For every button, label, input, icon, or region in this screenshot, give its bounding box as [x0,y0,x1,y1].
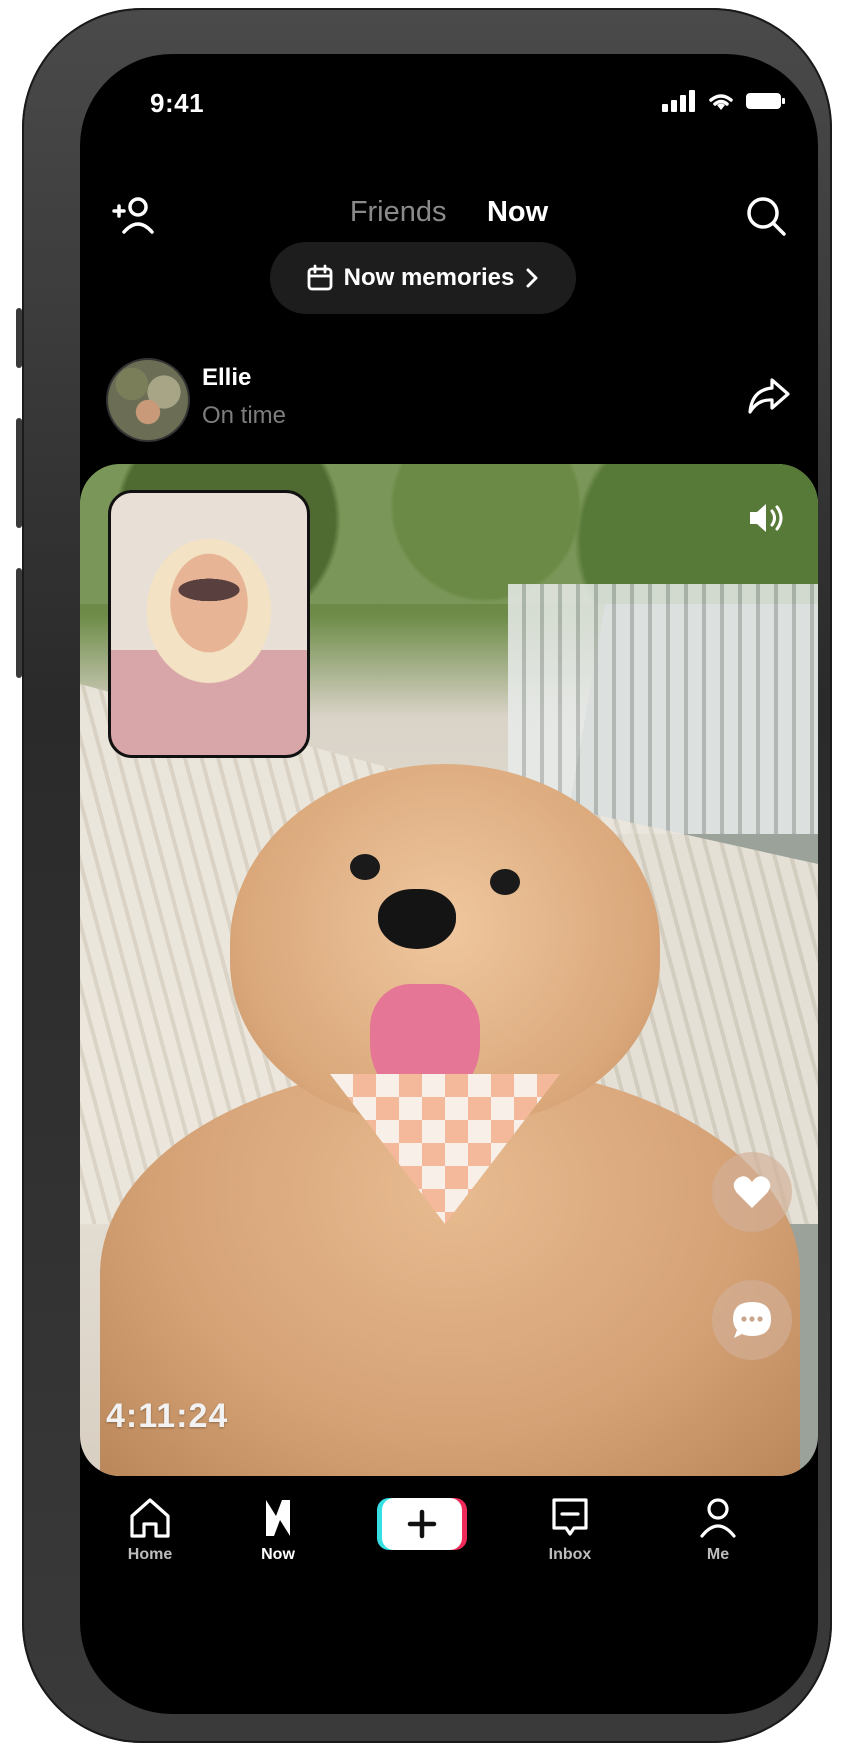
nav-now[interactable]: Now [223,1494,333,1564]
dog-eye-left [350,854,380,880]
mute-switch [16,308,22,368]
profile-icon [700,1498,736,1538]
calendar-icon [307,264,333,291]
nav-now-label: Now [261,1546,295,1563]
share-icon[interactable] [746,372,792,418]
nav-me[interactable]: Me [663,1494,773,1564]
phone-frame: 9:41 Friends Now Now memories Ellie On t… [16,8,832,1743]
phone-screen: 9:41 Friends Now Now memories Ellie On t… [80,54,818,1714]
nav-inbox-label: Inbox [548,1546,592,1563]
post-timestamp: 4:11:24 [106,1397,229,1435]
now-memories-label: Now memories [343,264,515,291]
post-photo[interactable]: 4:11:24 [80,464,818,1476]
wifi-icon [709,94,733,110]
search-icon[interactable] [744,194,788,238]
inbox-icon [552,1498,588,1536]
status-icons [662,90,786,112]
dog-eye-right [490,869,520,895]
signal-icon [662,90,695,112]
nav-me-label: Me [706,1546,730,1563]
home-icon [130,1498,170,1538]
nav-inbox[interactable]: Inbox [515,1494,625,1564]
post-status: On time [202,402,287,429]
post-user-name[interactable]: Ellie [202,364,251,392]
volume-down-button [16,568,22,678]
status-time: 9:41 [150,88,205,118]
create-button[interactable] [382,1498,462,1550]
post-header: Ellie On time [80,354,818,442]
now-bolt-icon [266,1500,290,1536]
speaker-icon[interactable] [744,496,788,540]
nav-home[interactable]: Home [95,1494,205,1564]
volume-up-button [16,418,22,528]
selfie-thumbnail[interactable] [108,490,310,758]
heart-icon [733,1176,771,1208]
plus-icon [407,1509,437,1539]
tab-now[interactable]: Now [487,196,548,251]
chevron-right-icon [526,268,538,288]
now-memories-button[interactable]: Now memories [270,242,576,314]
tab-friends[interactable]: Friends [350,196,447,229]
like-button[interactable] [712,1152,792,1232]
bottom-nav: Home Now Inbox Me [80,1494,818,1604]
avatar[interactable] [106,358,190,442]
battery-icon [746,93,785,109]
comment-button[interactable] [712,1280,792,1360]
dog-nose [378,889,456,949]
nav-home-label: Home [127,1546,173,1563]
feed-tabs: Friends Now [80,196,818,251]
comment-icon [733,1302,771,1338]
